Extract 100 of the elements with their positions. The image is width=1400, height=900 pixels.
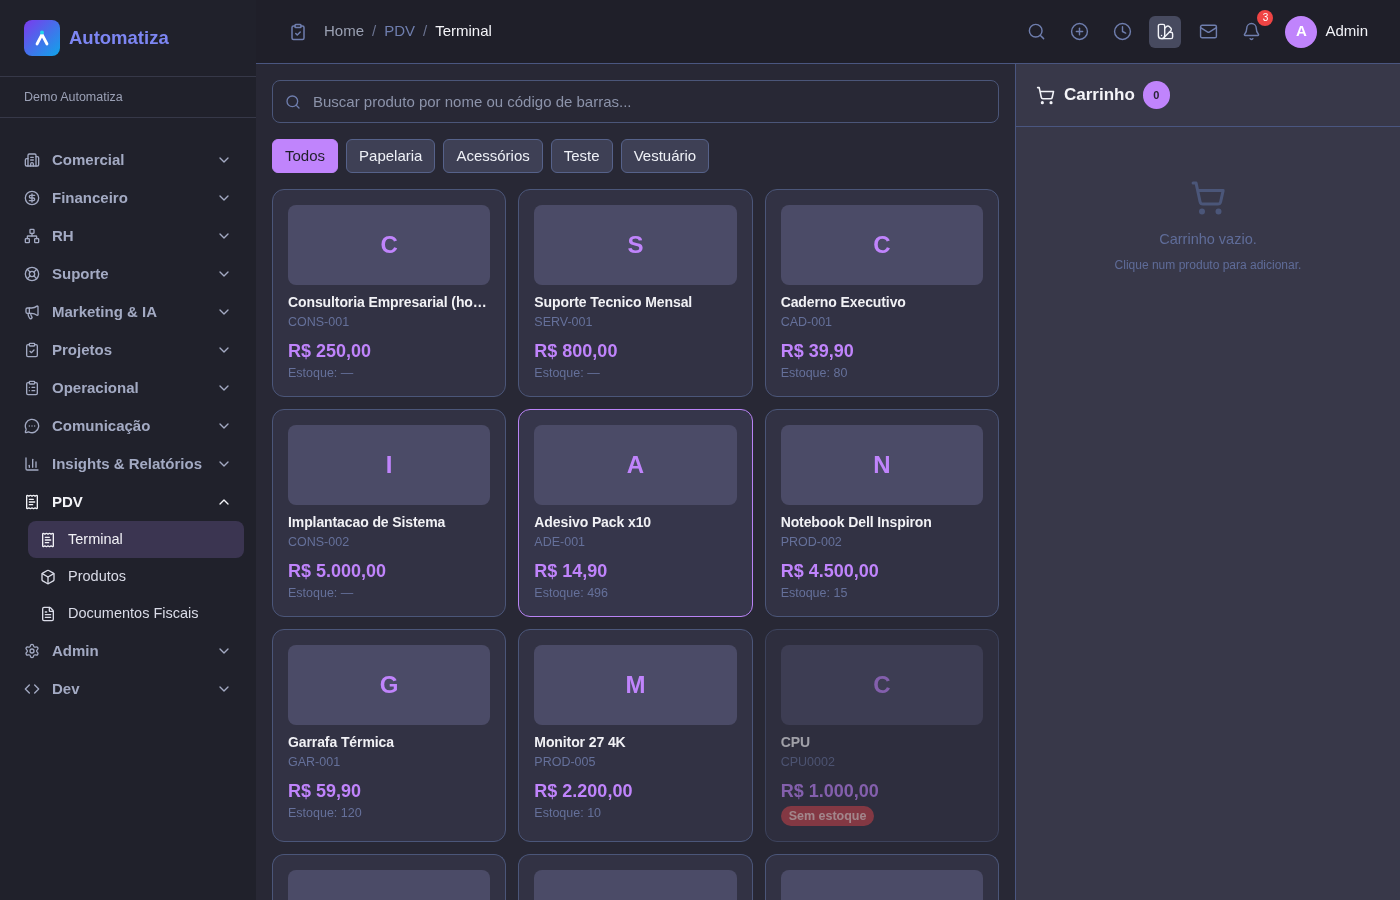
- nav-item[interactable]: Projetos: [0, 331, 256, 369]
- cube-icon: [40, 568, 56, 585]
- product-card[interactable]: M Monitor 27 4K PROD-005 R$ 2.200,00 Estoque: 10: [518, 629, 753, 842]
- mail-icon: [1198, 22, 1218, 41]
- product-initial: C: [288, 205, 491, 285]
- nav-subitem[interactable]: Documentos Fiscais: [28, 595, 244, 632]
- empty-cart-hint: Clique num produto para adicionar.: [1114, 256, 1302, 274]
- product-code: CONS-001: [288, 314, 351, 330]
- product-code: PROD-002: [780, 534, 843, 550]
- notification-badge: 3: [1257, 9, 1274, 26]
- product-initial: C: [780, 645, 983, 725]
- product-name: Consultoria Empresarial (ho…: [288, 293, 488, 311]
- stock-label: Estoque: 120: [288, 805, 363, 821]
- document-icon: [40, 605, 56, 622]
- nav-item[interactable]: Suporte: [0, 255, 256, 293]
- settings-icon: [24, 643, 40, 659]
- cart-count-badge: 0: [1142, 81, 1170, 109]
- logo-icon: [24, 19, 60, 56]
- nav-item[interactable]: Comercial: [0, 141, 256, 179]
- product-price: R$ 59,90: [288, 780, 363, 802]
- nav-subitem[interactable]: Produtos: [28, 558, 244, 595]
- stock-label: Estoque: 10: [534, 805, 603, 821]
- search-field[interactable]: Buscar produto por nome ou código de barras...: [272, 80, 999, 123]
- breadcrumb-current: Terminal: [435, 21, 492, 42]
- product-initial: C: [780, 205, 983, 285]
- product-name: Implantacao de Sistema: [288, 513, 447, 531]
- breadcrumb-link[interactable]: PDV: [384, 20, 416, 43]
- product-price: R$ 14,90: [534, 560, 609, 582]
- category-chip[interactable]: Acessórios: [443, 139, 543, 173]
- breadcrumb-link[interactable]: Home: [324, 20, 364, 43]
- clipboard-check-icon: [24, 342, 40, 358]
- bell-icon: [1241, 22, 1261, 41]
- cart-icon: [1036, 85, 1055, 105]
- product-name: Adesivo Pack x10: [534, 513, 653, 531]
- product-code: CONS-002: [288, 534, 351, 550]
- product-price: R$ 39,90: [780, 340, 855, 362]
- clipboard-check-icon: [289, 22, 307, 41]
- chat-bubble-icon: [24, 418, 40, 434]
- search-icon: [1026, 22, 1046, 41]
- cart-title: Carrinho: [1064, 84, 1135, 107]
- nav-item[interactable]: Insights & Relatórios: [0, 445, 256, 483]
- empty-cart-message: Carrinho vazio.: [1159, 230, 1257, 249]
- product-initial: M: [534, 645, 737, 725]
- product-price: R$ 1.000,00: [780, 780, 880, 802]
- category-chip[interactable]: Papelaria: [346, 139, 436, 173]
- receipt-icon: [24, 494, 40, 510]
- product-name: Notebook Dell Inspiron: [780, 513, 933, 531]
- stock-label: Estoque: —: [534, 365, 601, 381]
- product-card[interactable]: N Notebook Dell Inspiron PROD-002 R$ 4.500,00 Estoque: 15: [764, 409, 999, 617]
- stock-label: Estoque: 80: [780, 365, 849, 381]
- megaphone-icon: [24, 304, 40, 320]
- nav-item[interactable]: Operacional: [0, 369, 256, 407]
- out-of-stock-badge: Sem estoque: [780, 806, 875, 826]
- product-code: CAD-001: [780, 314, 834, 330]
- plus-circle-icon: [1069, 22, 1089, 41]
- receipt-icon: [40, 531, 56, 548]
- product-code: ADE-001: [534, 534, 587, 550]
- product-name: Suporte Tecnico Mensal: [534, 293, 694, 311]
- product-name: Caderno Executivo: [780, 293, 907, 311]
- product-initial: I: [288, 425, 491, 505]
- nav-item[interactable]: Admin: [0, 632, 256, 670]
- product-card[interactable]: G Garrafa Térmica GAR-001 R$ 59,90 Estoque: 120: [272, 629, 507, 842]
- building-icon: [24, 152, 40, 168]
- product-card[interactable]: A Adesivo Pack x10 ADE-001 R$ 14,90 Estoque: 496: [518, 409, 753, 617]
- product-card[interactable]: C Consultoria Empresarial (ho… CONS-001 R$ 250,00 Estoque: —: [272, 189, 507, 397]
- lifebuoy-icon: [24, 266, 40, 282]
- nav-item[interactable]: Dev: [0, 670, 256, 708]
- product-price: R$ 800,00: [534, 340, 619, 362]
- product-code: PROD-005: [534, 754, 597, 770]
- breadcrumb-separator: /: [372, 21, 377, 42]
- product-price: R$ 250,00: [288, 340, 373, 362]
- category-chip[interactable]: Teste: [550, 139, 613, 173]
- dollar-coin-icon: [24, 190, 40, 206]
- empty-cart-icon: [1190, 180, 1226, 216]
- product-name: CPU: [780, 733, 811, 751]
- product-card[interactable]: I Implantacao de Sistema CONS-002 R$ 5.000,00 Estoque: —: [272, 409, 507, 617]
- clipboard-list-icon: [24, 380, 40, 396]
- stock-label: Estoque: 15: [780, 585, 849, 601]
- product-price: R$ 2.200,00: [534, 780, 634, 802]
- workspace-name: Demo Automatiza: [24, 88, 123, 106]
- toolbar-button[interactable]: [1149, 15, 1182, 48]
- product-card[interactable]: C Caderno Executivo CAD-001 R$ 39,90 Estoque: 80: [764, 189, 999, 397]
- product-card[interactable]: S Suporte Tecnico Mensal SERV-001 R$ 800,00 Estoque: —: [518, 189, 753, 397]
- nav-item[interactable]: RH: [0, 217, 256, 255]
- stock-label: Estoque: —: [288, 585, 355, 601]
- nav-item[interactable]: PDV: [0, 483, 256, 521]
- nav-item[interactable]: Financeiro: [0, 179, 256, 217]
- product-name: Monitor 27 4K: [534, 733, 627, 751]
- nav-item[interactable]: Comunicação: [0, 407, 256, 445]
- category-chip[interactable]: Vestuário: [620, 139, 710, 173]
- search-icon: [285, 94, 301, 110]
- nav-item[interactable]: Marketing & IA: [0, 293, 256, 331]
- product-initial: N: [780, 425, 983, 505]
- category-chip[interactable]: Todos: [272, 139, 339, 173]
- user-name[interactable]: Admin: [1325, 20, 1368, 43]
- nav-subitem[interactable]: Terminal: [28, 521, 244, 558]
- product-initial: G: [288, 645, 491, 725]
- product-code: GAR-001: [288, 754, 342, 770]
- product-price: R$ 4.500,00: [780, 560, 880, 582]
- clock-icon: [1112, 22, 1132, 41]
